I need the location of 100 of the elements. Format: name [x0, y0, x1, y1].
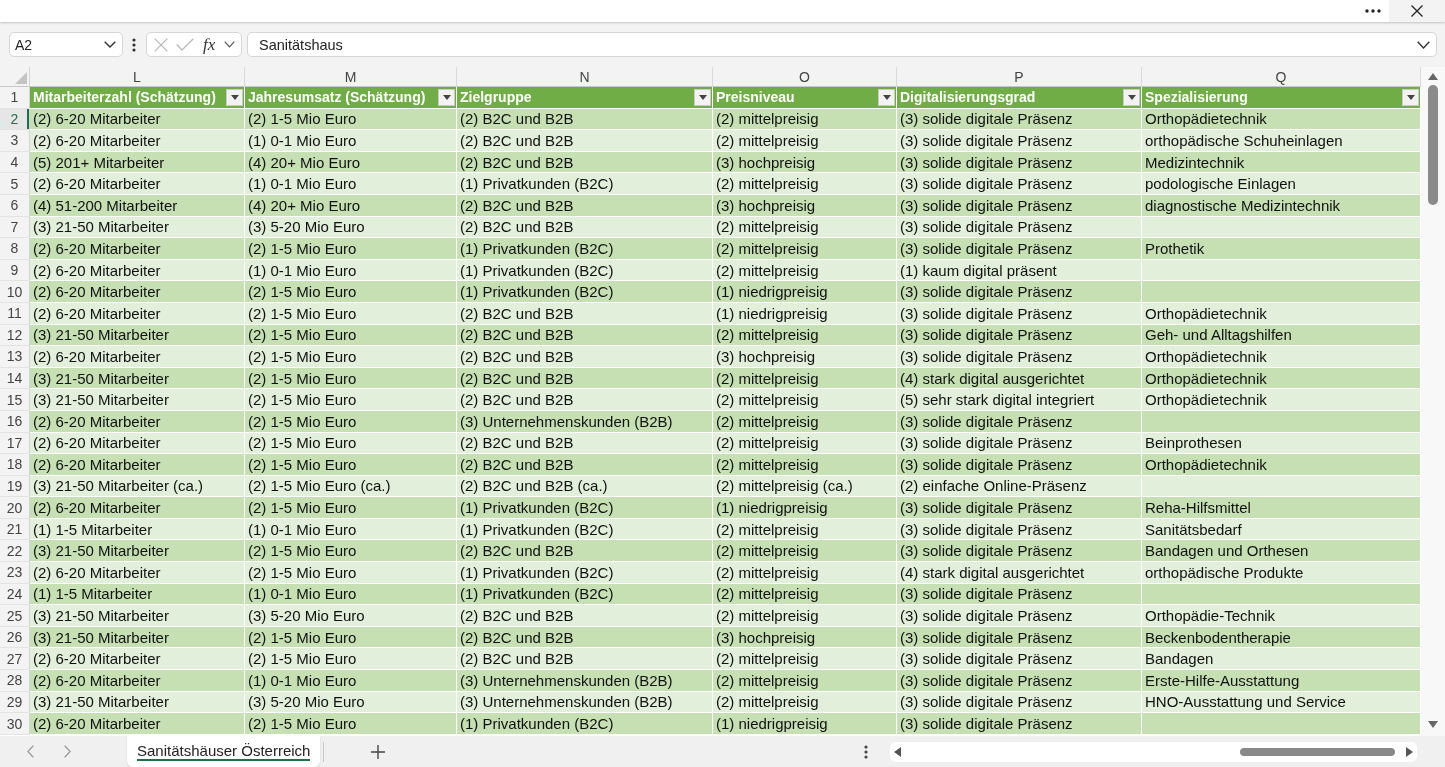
vertical-dots-icon[interactable]: [132, 38, 136, 52]
column-letter[interactable]: O: [713, 67, 897, 87]
column-letter[interactable]: N: [457, 67, 713, 87]
row-number[interactable]: 21: [0, 518, 30, 541]
column-letter[interactable]: Q: [1142, 67, 1421, 87]
chevron-down-icon[interactable]: [1417, 40, 1430, 49]
caret-down-icon[interactable]: [230, 94, 239, 100]
row-number[interactable]: 9: [0, 259, 30, 282]
more-icon[interactable]: [1365, 9, 1381, 13]
row-number[interactable]: 11: [0, 302, 30, 325]
row-number[interactable]: 1: [0, 87, 30, 109]
chevron-down-icon[interactable]: [224, 41, 236, 48]
row-number[interactable]: 4: [0, 151, 30, 174]
left-arrow-icon[interactable]: [894, 746, 902, 757]
row-number[interactable]: 3: [0, 130, 30, 152]
column-title: Digitalisierungsgrad: [900, 89, 1036, 106]
scrollbar-thumb[interactable]: [1428, 85, 1438, 205]
filter-button[interactable]: [1123, 88, 1140, 106]
row-number[interactable]: 19: [0, 475, 30, 498]
table-cell: (2) 1-5 Mio Euro: [245, 389, 457, 411]
row-number[interactable]: 8: [0, 238, 30, 260]
down-arrow-icon[interactable]: [1428, 721, 1438, 728]
column-letter[interactable]: M: [245, 67, 457, 87]
caret-down-icon[interactable]: [698, 94, 707, 100]
row-number[interactable]: 24: [0, 583, 30, 606]
caret-down-icon[interactable]: [1406, 94, 1415, 100]
table-cell: (2) 1-5 Mio Euro: [245, 410, 457, 433]
row-number[interactable]: 15: [0, 389, 30, 411]
table-cell: (2) mittelpreisig: [713, 518, 897, 541]
table-cell: Orthopädie-Technik: [1142, 605, 1421, 627]
filter-button[interactable]: [878, 88, 895, 106]
sheet-tab[interactable]: Sanitätshäuser Österreich: [127, 736, 321, 767]
row-number[interactable]: 20: [0, 497, 30, 519]
row-number[interactable]: 26: [0, 626, 30, 649]
row-number[interactable]: 27: [0, 648, 30, 671]
row-number[interactable]: 18: [0, 454, 30, 476]
table-cell: (3) 21-50 Mitarbeiter: [30, 691, 245, 714]
row-number[interactable]: 14: [0, 367, 30, 390]
caret-down-icon[interactable]: [1127, 94, 1136, 100]
row-number[interactable]: 6: [0, 194, 30, 217]
column-title: Preisniveau: [716, 89, 795, 106]
table-cell: Reha-Hilfsmittel: [1142, 497, 1421, 519]
table-cell: (3) solide digitale Präsenz: [897, 108, 1142, 131]
table-cell: (2) 1-5 Mio Euro: [245, 497, 457, 519]
column-letter[interactable]: P: [897, 67, 1142, 87]
vertical-dots-icon[interactable]: [864, 744, 869, 759]
plus-icon[interactable]: [371, 744, 386, 759]
insert-function-button[interactable]: fx: [202, 34, 217, 55]
table-cell: (2) mittelpreisig: [713, 216, 897, 239]
row-number[interactable]: 10: [0, 281, 30, 303]
row-number[interactable]: 13: [0, 346, 30, 368]
table-cell: (2) mittelpreisig: [713, 670, 897, 692]
table-cell: (2) B2C und B2B (ca.): [457, 475, 713, 498]
name-box[interactable]: A2: [9, 32, 123, 57]
row-number[interactable]: 22: [0, 540, 30, 563]
row-number[interactable]: 5: [0, 173, 30, 195]
table-cell: Prothetik: [1142, 238, 1421, 260]
table-cell: Erste-Hilfe-Ausstattung: [1142, 670, 1421, 692]
table-cell: (3) solide digitale Präsenz: [897, 518, 1142, 541]
chevron-down-icon[interactable]: [104, 41, 116, 48]
caret-down-icon[interactable]: [882, 94, 891, 100]
row-number[interactable]: 7: [0, 216, 30, 239]
up-arrow-icon[interactable]: [1428, 73, 1438, 80]
filter-button[interactable]: [694, 88, 711, 106]
row-number[interactable]: 16: [0, 410, 30, 433]
row-number[interactable]: 30: [0, 713, 30, 735]
table-cell: (3) solide digitale Präsenz: [897, 151, 1142, 174]
table-cell: (2) 1-5 Mio Euro: [245, 626, 457, 649]
row-number[interactable]: 17: [0, 432, 30, 455]
filter-button[interactable]: [226, 88, 243, 106]
row-number[interactable]: 28: [0, 670, 30, 692]
column-title: Mitarbeiterzahl (Schätzung): [33, 89, 216, 106]
row-number[interactable]: 12: [0, 324, 30, 347]
close-icon[interactable]: [1411, 5, 1423, 17]
row-number[interactable]: 25: [0, 605, 30, 627]
table-cell: (3) solide digitale Präsenz: [897, 130, 1142, 152]
table-cell: (2) mittelpreisig: [713, 691, 897, 714]
table-cell: (2) mittelpreisig: [713, 605, 897, 627]
table-cell: (2) mittelpreisig (ca.): [713, 475, 897, 498]
column-letter[interactable]: L: [30, 67, 245, 87]
filter-button[interactable]: [1402, 88, 1419, 106]
table-cell: (3) solide digitale Präsenz: [897, 194, 1142, 217]
row-number[interactable]: 29: [0, 691, 30, 714]
right-arrow-icon[interactable]: [1406, 746, 1414, 757]
table-cell: (2) 1-5 Mio Euro: [245, 238, 457, 260]
formula-field[interactable]: Sanitätshaus: [247, 32, 1437, 57]
table-cell: (1) Privatkunden (B2C): [457, 238, 713, 260]
table-cell: (1) 0-1 Mio Euro: [245, 518, 457, 541]
row-number[interactable]: 2: [0, 108, 30, 131]
table-cell: (2) B2C und B2B: [457, 389, 713, 411]
table-cell: (1) niedrigpreisig: [713, 713, 897, 735]
scrollbar-thumb[interactable]: [1240, 747, 1396, 756]
row-number[interactable]: 23: [0, 562, 30, 584]
table-cell: (2) mittelpreisig: [713, 562, 897, 584]
caret-down-icon[interactable]: [442, 94, 451, 100]
table-cell: (2) B2C und B2B: [457, 367, 713, 390]
table-cell: (2) einfache Online-Präsenz: [897, 475, 1142, 498]
filter-button[interactable]: [438, 88, 455, 106]
table-cell: (2) 1-5 Mio Euro: [245, 562, 457, 584]
table-cell: (1) Privatkunden (B2C): [457, 518, 713, 541]
